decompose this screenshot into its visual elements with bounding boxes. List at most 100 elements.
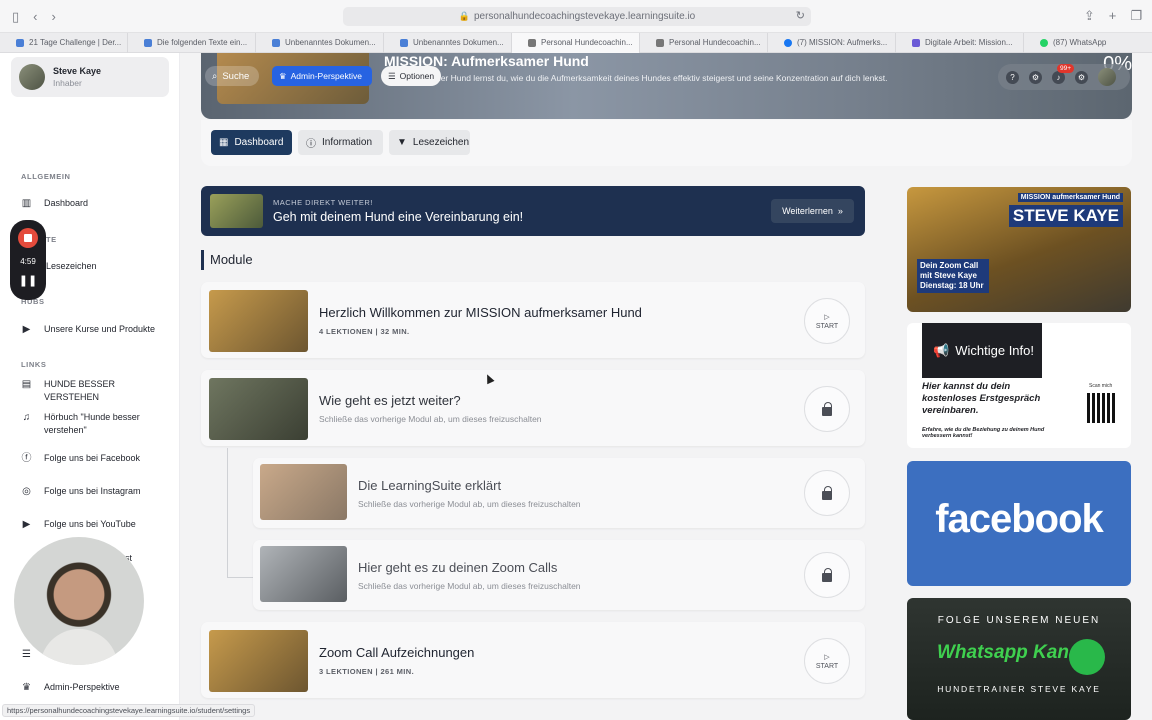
- start-module-button[interactable]: ▷ START: [804, 638, 850, 684]
- browser-tab[interactable]: Unbenanntes Dokumen...: [384, 33, 512, 53]
- sidebar-item-label: HUNDE BESSER VERSTEHEN: [44, 379, 116, 402]
- sidebar-item-label: Folge uns bei Facebook: [44, 453, 141, 463]
- browser-tab[interactable]: Digitale Arbeit: Mission...: [896, 33, 1024, 53]
- browser-tab[interactable]: 21 Tage Challenge | Der...: [0, 33, 128, 53]
- sidebar-item-hoerbuch[interactable]: ♫ Hörbuch "Hunde besser verstehen": [21, 411, 171, 437]
- sliders-icon: ☰: [22, 649, 31, 660]
- module-thumbnail: [260, 546, 347, 602]
- sidebar-item-youtube[interactable]: ▶ Folge uns bei YouTube: [21, 518, 171, 531]
- sidebar-item-facebook[interactable]: ⓕ Folge uns bei Facebook: [21, 452, 171, 465]
- crown-icon: ♛: [279, 70, 287, 81]
- module-thumbnail: [209, 630, 308, 692]
- browser-tab[interactable]: Die folgenden Texte ein...: [128, 33, 256, 53]
- help-icon[interactable]: ?: [1006, 70, 1019, 84]
- gear-icon[interactable]: ⚙: [1029, 70, 1042, 84]
- back-icon[interactable]: ‹: [33, 9, 37, 25]
- submodule-card-locked: Hier geht es zu deinen Zoom Calls Schlie…: [253, 540, 865, 610]
- course-description-text: Aufmerksamer Hund lernst du, wie du die …: [393, 73, 888, 83]
- youtube-icon: ▶: [22, 519, 31, 530]
- webcam-overlay: [14, 537, 144, 665]
- address-bar[interactable]: 🔒 personalhundecoachingstevekaye.learning…: [343, 7, 811, 26]
- sidebar-toggle-icon[interactable]: ▯: [12, 9, 19, 25]
- continue-eyebrow: MACHE DIREKT WEITER!: [273, 198, 373, 207]
- section-label-allgemein: ALLGEMEIN: [21, 172, 71, 181]
- address-url: personalhundecoachingstevekaye.learnings…: [473, 11, 696, 22]
- favicon-icon: [912, 39, 920, 47]
- module-card[interactable]: Herzlich Willkommen zur MISSION aufmerks…: [201, 282, 865, 358]
- favicon-icon: [272, 39, 280, 47]
- consultation-promo[interactable]: 📢 Wichtige Info! Hier kannst du dein kost…: [907, 323, 1131, 448]
- continue-banner[interactable]: MACHE DIREKT WEITER! Geh mit deinem Hund…: [201, 186, 865, 236]
- tab-information[interactable]: ⓘ Information: [298, 130, 383, 155]
- notification-badge: 99+: [1057, 63, 1075, 73]
- favicon-icon: [400, 39, 408, 47]
- tab-label: Unbenanntes Dokumen...: [413, 38, 504, 47]
- megaphone-icon: 📢: [933, 342, 950, 358]
- browser-tab[interactable]: Personal Hundecoachin...: [640, 33, 768, 53]
- promo-heading: 📢 Wichtige Info!: [922, 323, 1042, 378]
- module-card-locked: Wie geht es jetzt weiter? Schließe das v…: [201, 370, 865, 446]
- user-card[interactable]: Steve Kaye Inhaber: [11, 57, 169, 97]
- whatsapp-favicon-icon: [1040, 39, 1048, 47]
- admin-label: Admin-Perspektive: [290, 71, 362, 81]
- bell-icon[interactable]: ♪ 99+: [1052, 63, 1075, 84]
- whatsapp-promo[interactable]: FOLGE UNSEREM NEUEN Whatsapp Kanal HUNDE…: [907, 598, 1131, 720]
- sidebar-item-admin[interactable]: ♛ Admin-Perspektive: [21, 681, 171, 694]
- modules-heading: Module: [201, 250, 253, 270]
- module-thumbnail: [260, 464, 347, 520]
- continue-learning-button[interactable]: Weiterlernen »: [771, 199, 854, 223]
- play-icon: ▷: [824, 313, 830, 321]
- zoom-call-promo[interactable]: MISSION aufmerksamer Hund STEVE KAYE Dei…: [907, 187, 1131, 312]
- tab-bookmarks[interactable]: ▼ Lesezeichen: [389, 130, 470, 155]
- sidebar-item-hunde-besser-verstehen[interactable]: ▤ HUNDE BESSER VERSTEHEN: [21, 378, 171, 404]
- bookmark-icon: ▼: [397, 137, 407, 148]
- favicon-icon: [16, 39, 24, 47]
- browser-tab-active[interactable]: Personal Hundecoachin...: [512, 33, 640, 53]
- tab-overview-icon[interactable]: ❐: [1130, 8, 1142, 24]
- module-title: Hier geht es zu deinen Zoom Calls: [358, 560, 558, 575]
- browser-tab[interactable]: (7) MISSION: Aufmerks...: [768, 33, 896, 53]
- sidebar-item-kurse[interactable]: ▶ Unsere Kurse und Produkte: [21, 323, 171, 336]
- reload-icon[interactable]: ↻: [796, 7, 805, 26]
- search-label: Suche: [222, 70, 250, 82]
- browser-tab[interactable]: Unbenanntes Dokumen...: [256, 33, 384, 53]
- forward-icon[interactable]: ›: [52, 9, 56, 25]
- locked-module-button: [804, 386, 850, 432]
- tab-label: (7) MISSION: Aufmerks...: [797, 38, 888, 47]
- sidebar-item-dashboard[interactable]: ▥ Dashboard: [21, 197, 171, 210]
- section-label-links: LINKS: [21, 360, 47, 369]
- user-role: Inhaber: [53, 78, 82, 88]
- settings-icon[interactable]: ⚙: [1075, 70, 1088, 84]
- start-module-button[interactable]: ▷ START: [804, 298, 850, 344]
- screen-recorder-widget: 4:59 ❚❚: [10, 220, 46, 300]
- sidebar-item-lesezeichen[interactable]: Lesezeichen: [46, 260, 196, 273]
- admin-perspective-button[interactable]: ♛ Admin-Perspektive: [272, 66, 372, 86]
- sidebar-item-label: Admin-Perspektive: [44, 682, 120, 692]
- share-icon[interactable]: ⇪: [1084, 8, 1095, 24]
- avatar[interactable]: [1098, 68, 1116, 86]
- favicon-icon: [144, 39, 152, 47]
- status-bar-url: https://personalhundecoachingstevekaye.l…: [2, 704, 256, 717]
- tab-dashboard[interactable]: ▦ Dashboard: [211, 130, 292, 155]
- stop-recording-button[interactable]: [18, 228, 38, 248]
- browser-tab[interactable]: (87) WhatsApp: [1024, 33, 1152, 53]
- options-button[interactable]: ☰ Optionen: [381, 66, 441, 86]
- qr-code-icon: [1087, 393, 1117, 423]
- facebook-icon: ⓕ: [21, 453, 32, 464]
- promo-course-label: MISSION aufmerksamer Hund: [1017, 193, 1123, 202]
- tab-label: Personal Hundecoachin...: [669, 38, 761, 47]
- pause-recording-button[interactable]: ❚❚: [10, 274, 46, 287]
- new-tab-icon[interactable]: +: [1109, 8, 1117, 24]
- start-label: START: [815, 322, 839, 330]
- sidebar-item-label: Lesezeichen: [46, 261, 97, 271]
- sidebar-item-label: Unsere Kurse und Produkte: [44, 324, 156, 334]
- course-header: MISSION: Aufmerksamer Hund ... Aufmerksa…: [201, 53, 1132, 119]
- tab-label: Information: [322, 137, 373, 148]
- promo-name: STEVE KAYE: [1008, 205, 1123, 227]
- module-card[interactable]: Zoom Call Aufzeichnungen 3 LEKTIONEN | 2…: [201, 622, 865, 698]
- tab-label: Dashboard: [234, 137, 284, 148]
- sidebar-item-instagram[interactable]: ◎ Folge uns bei Instagram: [21, 485, 171, 498]
- facebook-promo[interactable]: facebook: [907, 461, 1131, 586]
- search-button[interactable]: ⌕ Suche: [205, 66, 259, 86]
- book-icon: ▥: [21, 198, 32, 209]
